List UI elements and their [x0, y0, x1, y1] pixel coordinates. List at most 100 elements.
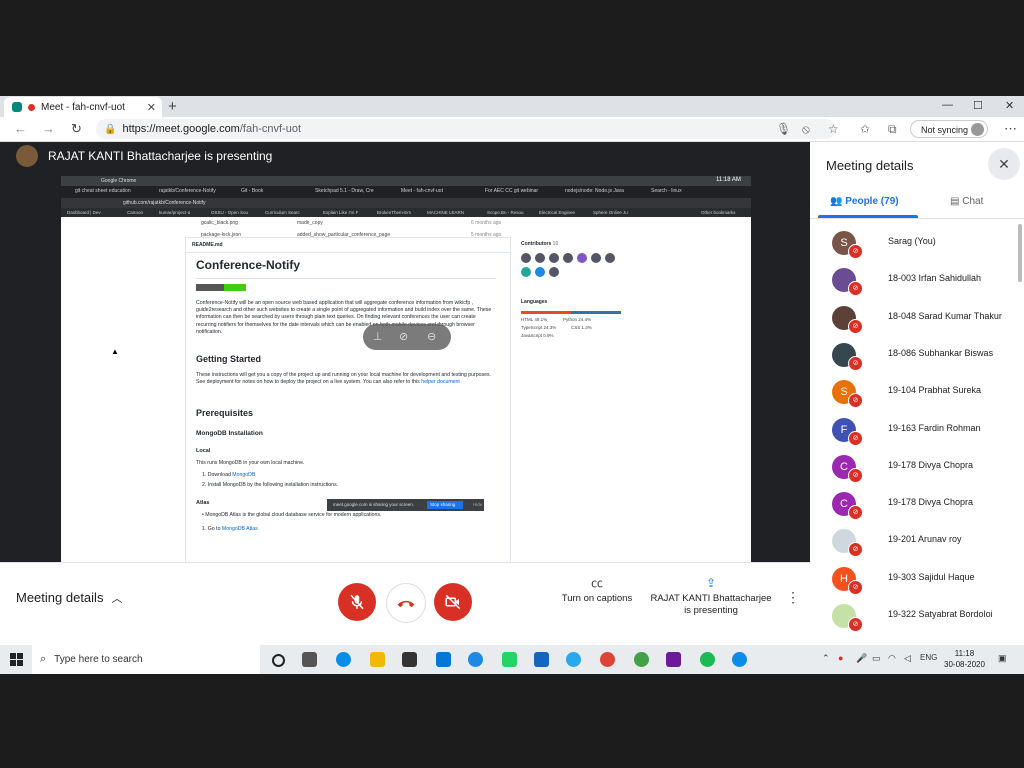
- taskbar-search[interactable]: ⌕ Type here to search: [32, 645, 260, 674]
- maximize-icon[interactable]: ☐: [973, 99, 983, 112]
- app-icon[interactable]: [468, 652, 483, 667]
- meet-favicon-icon: [12, 102, 22, 112]
- cortana-icon[interactable]: [272, 654, 285, 667]
- participant-row[interactable]: C ⊘ 19-178 Divya Chopra: [810, 485, 1024, 522]
- meet-control-bar: Meeting details ︿ ㏄ Turn on captions ⇪ RA…: [0, 562, 810, 646]
- telegram-icon[interactable]: [566, 652, 581, 667]
- contributor-avatar[interactable]: [549, 267, 559, 277]
- stop-sharing-button[interactable]: Stop sharing: [427, 501, 463, 509]
- participant-row[interactable]: ⊘ 18-003 Irfan Sahidullah: [810, 261, 1024, 298]
- participant-row[interactable]: H ⊘ 19-303 Sajidul Haque: [810, 560, 1024, 597]
- minimize-icon[interactable]: —: [942, 99, 953, 111]
- back-icon[interactable]: ←: [14, 121, 27, 136]
- captions-label: Turn on captions: [561, 593, 633, 604]
- participant-row[interactable]: ⊘ 19-322 Satyabrat Bordoloi: [810, 597, 1024, 634]
- notifications-icon[interactable]: ▣: [998, 653, 1007, 664]
- volume-icon[interactable]: ◁: [904, 653, 911, 664]
- star-icon[interactable]: ☆: [828, 122, 839, 136]
- mute-presenter-icon[interactable]: ⊘: [399, 330, 408, 343]
- browser-window: Meet - fah-cnvf-uot ✕ + — ☐ ✕ ← → ↻ 🔒 htt…: [0, 96, 1024, 674]
- task-view-icon[interactable]: [302, 652, 317, 667]
- profile-sync-button[interactable]: Not syncing: [910, 120, 988, 138]
- mail-icon[interactable]: [436, 652, 451, 667]
- spotify-icon[interactable]: [700, 652, 715, 667]
- tray-microphone-icon[interactable]: 🎤: [856, 653, 867, 664]
- contributor-avatar[interactable]: [521, 267, 531, 277]
- camera-off-button[interactable]: [434, 583, 472, 621]
- meeting-details-button[interactable]: Meeting details ︿: [16, 590, 122, 606]
- pin-icon[interactable]: ⊥: [373, 330, 383, 343]
- network-icon[interactable]: ◠: [888, 653, 896, 664]
- mongodb-link[interactable]: MongoDB: [232, 472, 255, 478]
- participant-row[interactable]: S ⊘ Sarag (You): [810, 224, 1024, 261]
- readme-header: README.md: [186, 238, 510, 253]
- participant-name: 18-003 Irfan Sahidullah: [888, 273, 982, 284]
- helper-document-link[interactable]: helper document: [421, 379, 460, 385]
- app-icon[interactable]: [634, 652, 649, 667]
- favorites-icon[interactable]: ✩: [860, 122, 870, 136]
- tab-people[interactable]: 👥 People (79): [830, 196, 899, 207]
- tray-mic-icon[interactable]: ●: [838, 653, 843, 663]
- microphone-icon[interactable]: 🎙: [776, 122, 791, 136]
- app-icon[interactable]: [534, 652, 549, 667]
- tab-chat[interactable]: ▤ Chat: [950, 196, 983, 207]
- participant-row[interactable]: ⊘ 18-086 Subhankar Biswas: [810, 336, 1024, 373]
- browser-menu-icon[interactable]: ⋯: [1004, 121, 1017, 137]
- contributor-avatar[interactable]: [549, 253, 559, 263]
- contributor-avatar[interactable]: [577, 253, 587, 263]
- new-tab-button[interactable]: +: [168, 98, 177, 115]
- search-placeholder: Type here to search: [54, 654, 143, 665]
- presenting-button[interactable]: ⇪ RAJAT KANTI Bhattacharjee is presentin…: [650, 577, 772, 617]
- contributor-avatar[interactable]: [605, 253, 615, 263]
- close-window-icon[interactable]: ✕: [1005, 99, 1014, 112]
- participant-row[interactable]: ⊘ 18-048 Sarad Kumar Thakur: [810, 299, 1024, 336]
- reload-icon[interactable]: ↻: [71, 121, 82, 137]
- participant-row[interactable]: C ⊘ 19-178 Divya Chopra: [810, 448, 1024, 485]
- app-icon[interactable]: [666, 652, 681, 667]
- languages-heading: Languages: [521, 299, 548, 305]
- panel-divider: [810, 218, 1024, 219]
- muted-mic-icon: ⊘: [848, 579, 863, 595]
- tray-chevron-icon[interactable]: ⌃: [822, 653, 830, 664]
- tab-close-button[interactable]: ✕: [147, 101, 156, 114]
- leave-call-button[interactable]: [386, 583, 426, 623]
- file-explorer-icon[interactable]: [370, 652, 385, 667]
- store-icon[interactable]: [402, 652, 417, 667]
- more-options-icon[interactable]: ⋮: [786, 589, 800, 606]
- mic-off-button[interactable]: [338, 583, 376, 621]
- mongodb-atlas-link[interactable]: MongoDB Atlas: [222, 526, 258, 532]
- participant-row[interactable]: ⊘ 19-201 Arunav roy: [810, 522, 1024, 559]
- shared-tab: rajatkb/Conference-Notify: [159, 188, 216, 194]
- camera-blocked-icon[interactable]: ⦸: [802, 122, 810, 137]
- forward-icon[interactable]: →: [42, 121, 55, 136]
- language-indicator[interactable]: ENG: [920, 653, 937, 662]
- whatsapp-icon[interactable]: [502, 652, 517, 667]
- url-field[interactable]: 🔒 https://meet.google.com/fah-cnvf-uot: [96, 119, 836, 139]
- contributor-avatar[interactable]: [563, 253, 573, 263]
- captions-button[interactable]: ㏄ Turn on captions: [552, 577, 642, 605]
- panel-scrollbar[interactable]: [1018, 224, 1022, 282]
- participant-row[interactable]: S ⊘ 19-104 Prabhat Sureka: [810, 373, 1024, 410]
- participant-row[interactable]: F ⊘ 19-163 Fardin Rohman: [810, 411, 1024, 448]
- lang-html: HTML 49.1%: [521, 317, 548, 322]
- windows-taskbar: ⌕ Type here to search ⌃ ● 🎤 ▭ ◠ ◁ ENG 11:…: [0, 645, 1024, 674]
- battery-icon[interactable]: ▭: [872, 653, 881, 664]
- contributor-avatar[interactable]: [521, 253, 531, 263]
- edge-icon[interactable]: [336, 652, 351, 667]
- recording-dot-icon: [28, 103, 35, 111]
- panel-close-button[interactable]: ✕: [988, 148, 1020, 180]
- tab-meet[interactable]: Meet - fah-cnvf-uot ✕: [4, 97, 162, 117]
- contributor-avatar[interactable]: [591, 253, 601, 263]
- remove-icon[interactable]: ⊖: [427, 330, 436, 343]
- shared-bookmarks-bar: Dashboard | Dev Cartoon kumar/project-a …: [61, 208, 751, 217]
- shared-bookmark: Other bookmarks: [701, 210, 736, 215]
- hide-button[interactable]: Hide: [467, 499, 482, 511]
- windows-start-icon[interactable]: [10, 653, 23, 666]
- contributor-avatar[interactable]: [535, 267, 545, 277]
- chrome-icon[interactable]: [600, 652, 615, 667]
- participant-name: 19-322 Satyabrat Bordoloi: [888, 609, 993, 619]
- edge-active-icon[interactable]: [732, 652, 747, 667]
- contributor-avatar[interactable]: [535, 253, 545, 263]
- taskbar-clock[interactable]: 11:18 30-08-2020: [944, 648, 985, 670]
- collections-icon[interactable]: ⧉: [888, 122, 897, 137]
